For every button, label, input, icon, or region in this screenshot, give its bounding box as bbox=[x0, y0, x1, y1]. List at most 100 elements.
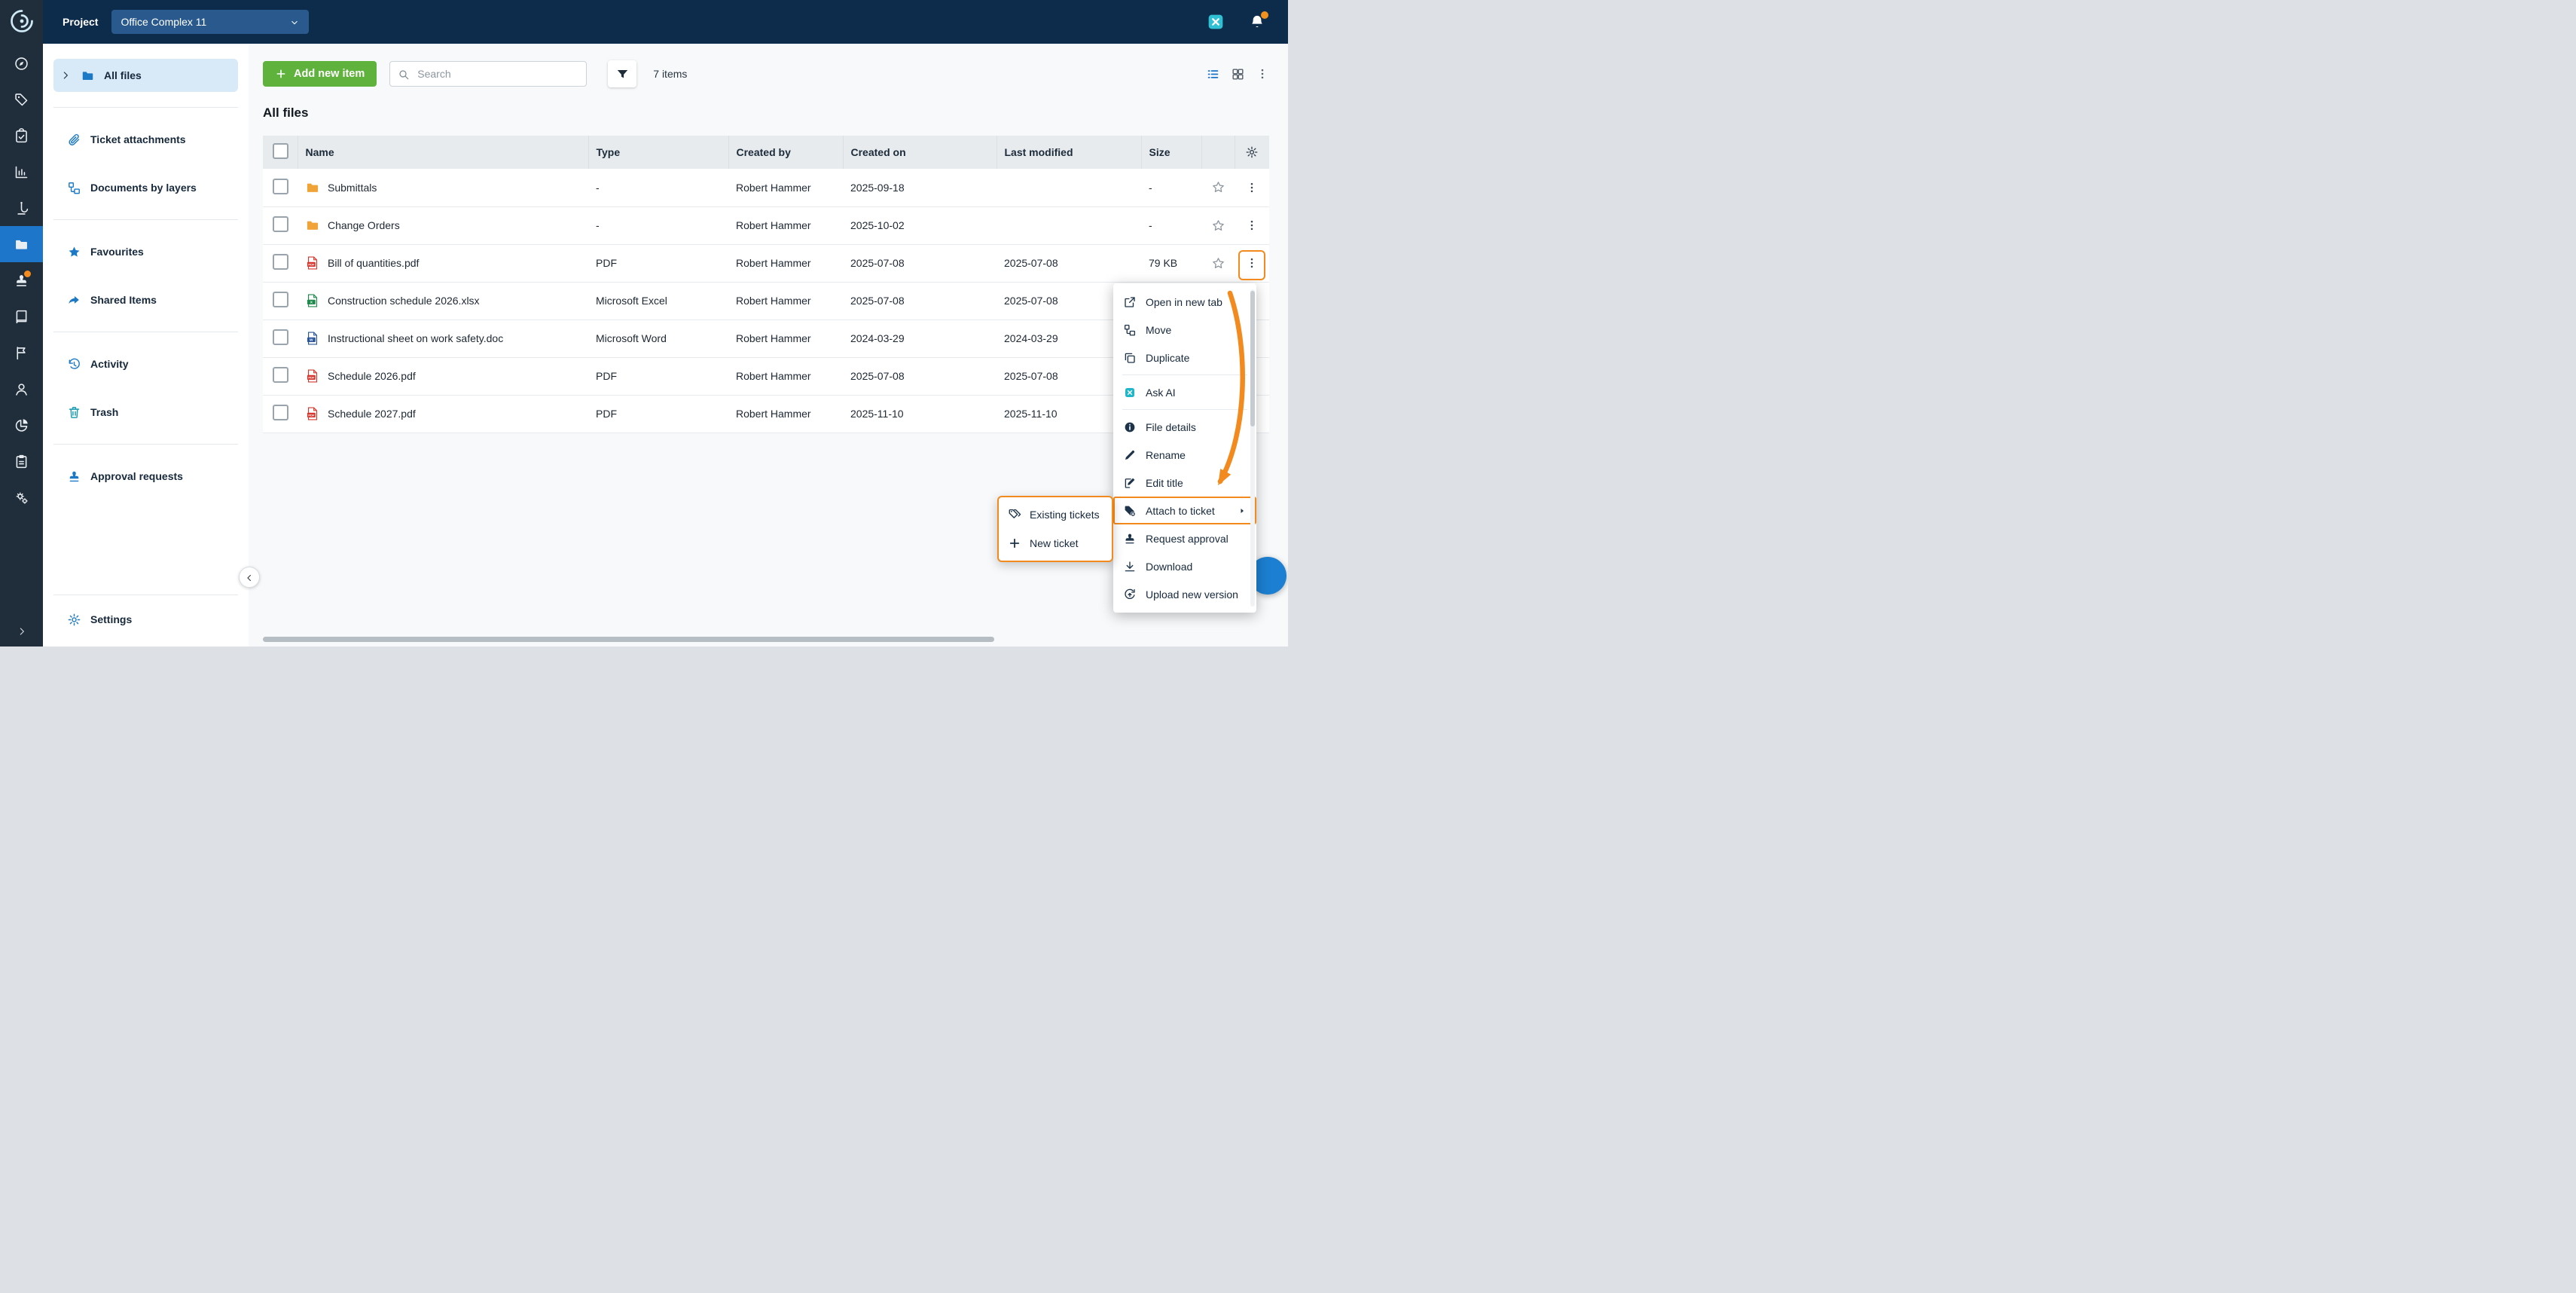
app-logo[interactable] bbox=[8, 8, 35, 35]
tag-attach-icon bbox=[1123, 504, 1137, 518]
notifications-button[interactable] bbox=[1249, 14, 1265, 30]
column-header-favourite bbox=[1201, 136, 1235, 169]
rail-item-tickets[interactable] bbox=[0, 81, 43, 118]
view-toggle-group bbox=[1206, 67, 1269, 81]
menu-item-duplicate[interactable]: Duplicate bbox=[1113, 344, 1256, 371]
column-header-created-on[interactable]: Created on bbox=[843, 136, 997, 169]
file-created-on: 2025-09-18 bbox=[843, 169, 997, 206]
submenu-item-new-ticket[interactable]: New ticket bbox=[999, 529, 1112, 558]
file-name: Bill of quantities.pdf bbox=[328, 257, 419, 269]
scrollbar-thumb[interactable] bbox=[1250, 291, 1255, 426]
column-header-type[interactable]: Type bbox=[588, 136, 728, 169]
column-header-size[interactable]: Size bbox=[1141, 136, 1201, 169]
row-checkbox[interactable] bbox=[273, 292, 288, 307]
column-header-created-by[interactable]: Created by bbox=[728, 136, 843, 169]
menu-item-file-details[interactable]: File details bbox=[1113, 413, 1256, 441]
sidebar-item-label: Ticket attachments bbox=[90, 133, 186, 145]
menu-item-download[interactable]: Download bbox=[1113, 552, 1256, 580]
select-all-checkbox[interactable] bbox=[273, 143, 288, 159]
rail-item-flags[interactable] bbox=[0, 335, 43, 371]
sidebar-item-all-files[interactable]: All files bbox=[53, 59, 238, 92]
context-menu-scrollbar[interactable] bbox=[1250, 289, 1255, 607]
topbar: Project Office Complex 11 bbox=[43, 0, 1288, 44]
menu-item-rename[interactable]: Rename bbox=[1113, 441, 1256, 469]
search-input[interactable] bbox=[416, 67, 578, 81]
rail-item-tasks[interactable] bbox=[0, 118, 43, 154]
file-row-submittals[interactable]: Submittals-Robert Hammer2025-09-18- bbox=[263, 169, 1269, 206]
row-menu-button[interactable] bbox=[1245, 219, 1259, 231]
submenu-item-label: New ticket bbox=[1030, 537, 1079, 549]
column-header-last-modified[interactable]: Last modified bbox=[997, 136, 1141, 169]
rail-item-contacts[interactable] bbox=[0, 371, 43, 407]
pdf-file-icon: PDF bbox=[305, 255, 320, 271]
divider bbox=[1122, 409, 1247, 410]
list-view-button[interactable] bbox=[1206, 67, 1220, 81]
ai-assistant-button[interactable] bbox=[1204, 10, 1228, 34]
tasks-icon bbox=[14, 128, 29, 144]
menu-item-attach-to-ticket[interactable]: Attach to ticket bbox=[1113, 497, 1256, 524]
row-checkbox[interactable] bbox=[273, 405, 288, 420]
divider bbox=[53, 444, 238, 445]
menu-item-move[interactable]: Move bbox=[1113, 316, 1256, 344]
svg-text:PDF: PDF bbox=[308, 376, 315, 380]
file-row-bill-of-quantities-pdf[interactable]: PDFBill of quantities.pdfPDFRobert Hamme… bbox=[263, 244, 1269, 282]
sidebar-collapse-button[interactable] bbox=[239, 567, 260, 588]
grid-view-icon bbox=[1231, 67, 1245, 81]
svg-text:PDF: PDF bbox=[308, 414, 315, 417]
project-selector[interactable]: Office Complex 11 bbox=[111, 10, 309, 34]
rail-item-forms[interactable] bbox=[0, 443, 43, 479]
sidebar-item-activity[interactable]: Activity bbox=[53, 347, 238, 381]
rail-item-overview[interactable] bbox=[0, 45, 43, 81]
favourite-star-button[interactable] bbox=[1211, 256, 1225, 268]
more-options-button[interactable] bbox=[1256, 67, 1269, 81]
row-checkbox[interactable] bbox=[273, 179, 288, 194]
sidebar-item-approval-requests[interactable]: Approval requests bbox=[53, 460, 238, 493]
sidebar-item-settings[interactable]: Settings bbox=[53, 603, 238, 636]
menu-item-ask-ai[interactable]: Ask AI bbox=[1113, 378, 1256, 406]
submenu-item-existing-tickets[interactable]: Existing tickets bbox=[999, 500, 1112, 529]
rail-item-analytics[interactable] bbox=[0, 407, 43, 443]
file-created-on: 2025-10-02 bbox=[843, 206, 997, 244]
chevron-right-icon bbox=[16, 625, 28, 637]
row-checkbox[interactable] bbox=[273, 367, 288, 383]
menu-item-upload-new-version[interactable]: Upload new version bbox=[1113, 580, 1256, 608]
rail-item-documents[interactable] bbox=[0, 226, 43, 262]
left-nav-rail bbox=[0, 0, 43, 646]
menu-item-open-in-new-tab[interactable]: Open in new tab bbox=[1113, 288, 1256, 316]
sidebar-bottom: Settings bbox=[43, 595, 249, 636]
sidebar-item-favourites[interactable]: Favourites bbox=[53, 235, 238, 268]
folder-icon bbox=[305, 180, 320, 195]
rail-item-approvals[interactable] bbox=[0, 262, 43, 298]
sidebar-item-trash[interactable]: Trash bbox=[53, 396, 238, 429]
gear-icon bbox=[67, 613, 81, 627]
filter-button[interactable] bbox=[608, 60, 636, 87]
file-row-change-orders[interactable]: Change Orders-Robert Hammer2025-10-02- bbox=[263, 206, 1269, 244]
row-checkbox[interactable] bbox=[273, 329, 288, 345]
search-icon bbox=[398, 69, 410, 81]
add-new-item-button[interactable]: Add new item bbox=[263, 61, 377, 87]
sidebar-item-label: All files bbox=[104, 69, 142, 81]
column-header-name[interactable]: Name bbox=[298, 136, 588, 169]
row-menu-button[interactable] bbox=[1245, 181, 1259, 193]
favourite-star-button[interactable] bbox=[1211, 180, 1225, 192]
row-checkbox[interactable] bbox=[273, 216, 288, 232]
table-settings-button[interactable] bbox=[1245, 145, 1259, 157]
rail-item-admin[interactable] bbox=[0, 479, 43, 515]
menu-item-edit-title[interactable]: Edit title bbox=[1113, 469, 1256, 497]
rail-item-equipment[interactable] bbox=[0, 190, 43, 226]
row-checkbox[interactable] bbox=[273, 254, 288, 270]
rail-item-statistics[interactable] bbox=[0, 154, 43, 190]
favourite-star-button[interactable] bbox=[1211, 219, 1225, 231]
list-view-icon bbox=[1206, 67, 1220, 81]
rail-expand-button[interactable] bbox=[0, 625, 43, 637]
context-menu: Open in new tabMoveDuplicate Ask AI File d… bbox=[1113, 283, 1256, 613]
rail-item-library[interactable] bbox=[0, 298, 43, 335]
grid-view-button[interactable] bbox=[1231, 67, 1245, 81]
word-file-icon: W bbox=[305, 331, 320, 346]
star-icon bbox=[1211, 219, 1225, 233]
menu-item-request-approval[interactable]: Request approval bbox=[1113, 524, 1256, 552]
sidebar-item-shared-items[interactable]: Shared Items bbox=[53, 283, 238, 316]
sidebar-item-ticket-attachments[interactable]: Ticket attachments bbox=[53, 123, 238, 156]
sidebar-item-documents-by-layers[interactable]: Documents by layers bbox=[53, 171, 238, 204]
horizontal-scrollbar[interactable] bbox=[263, 637, 994, 642]
